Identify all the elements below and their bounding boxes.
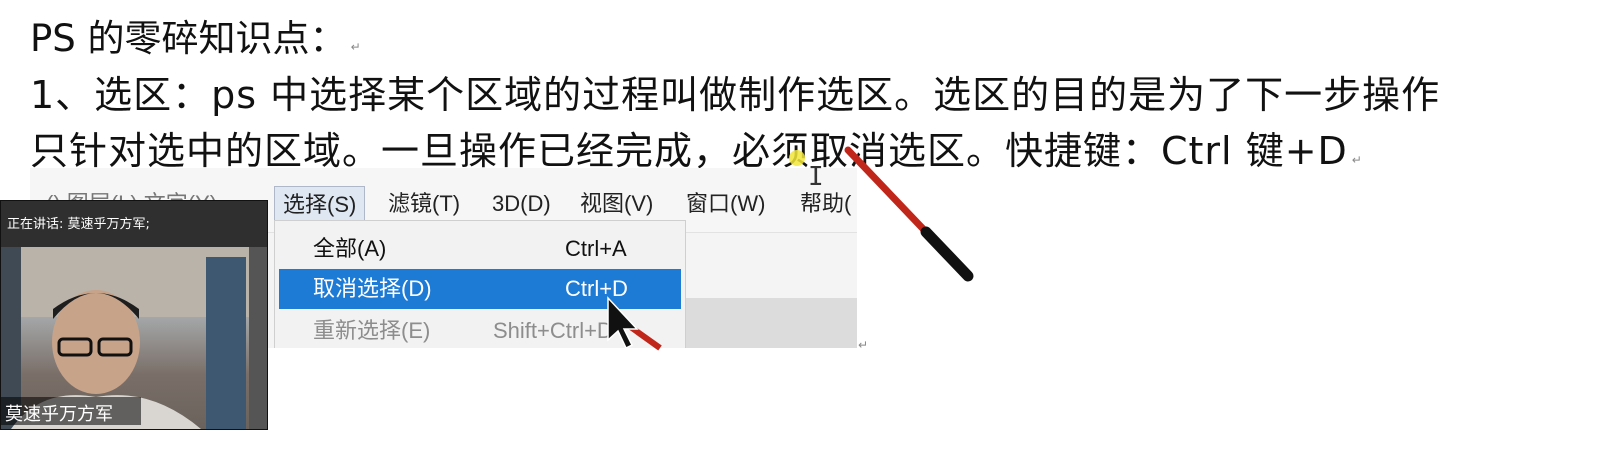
text-cursor-icon: I [808,162,824,192]
pointer-highlight [789,150,805,166]
mouse-cursor-icon [607,296,639,350]
pointer-handle [920,226,974,282]
pointer-overlay [607,146,974,351]
